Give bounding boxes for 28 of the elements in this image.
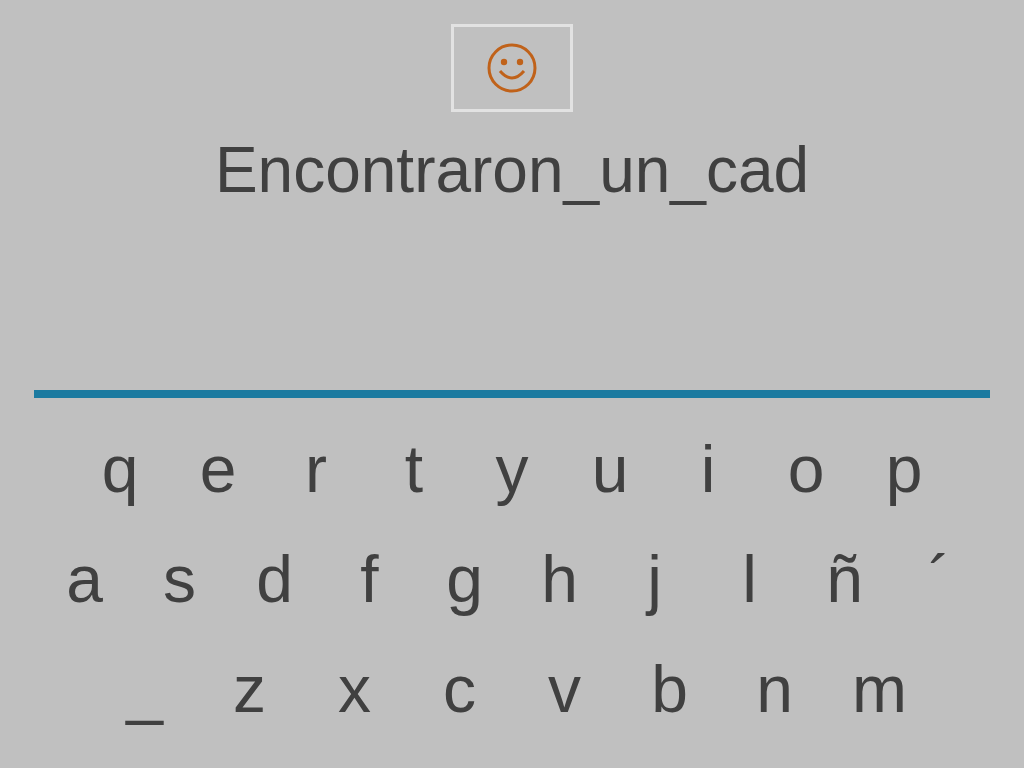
letter-key[interactable]: n [722,634,827,744]
letter-key[interactable]: s [132,524,227,634]
letter-key[interactable]: y [463,414,561,524]
letter-key[interactable]: ´ [892,524,987,634]
letter-key[interactable]: g [417,524,512,634]
letter-key[interactable]: t [365,414,463,524]
letter-key[interactable]: r [267,414,365,524]
letter-key[interactable]: p [855,414,953,524]
letter-key[interactable]: o [757,414,855,524]
letter-key[interactable]: m [827,634,932,744]
letter-key[interactable]: i [659,414,757,524]
letter-key[interactable]: l [702,524,797,634]
letter-key[interactable]: x [302,634,407,744]
letter-key[interactable]: d [227,524,322,634]
letter-key[interactable]: e [169,414,267,524]
letter-key[interactable]: u [561,414,659,524]
smiley-icon [486,42,538,94]
letter-key[interactable]: j [607,524,702,634]
letter-key[interactable]: c [407,634,512,744]
letter-key[interactable]: q [71,414,169,524]
letter-key[interactable]: ñ [797,524,892,634]
letter-key[interactable]: v [512,634,617,744]
letter-key[interactable]: a [37,524,132,634]
letter-key[interactable]: z [197,634,302,744]
letter-key[interactable]: h [512,524,607,634]
letter-key[interactable]: f [322,524,417,634]
letter-key[interactable]: b [617,634,722,744]
letter-key[interactable]: _ [92,634,197,744]
